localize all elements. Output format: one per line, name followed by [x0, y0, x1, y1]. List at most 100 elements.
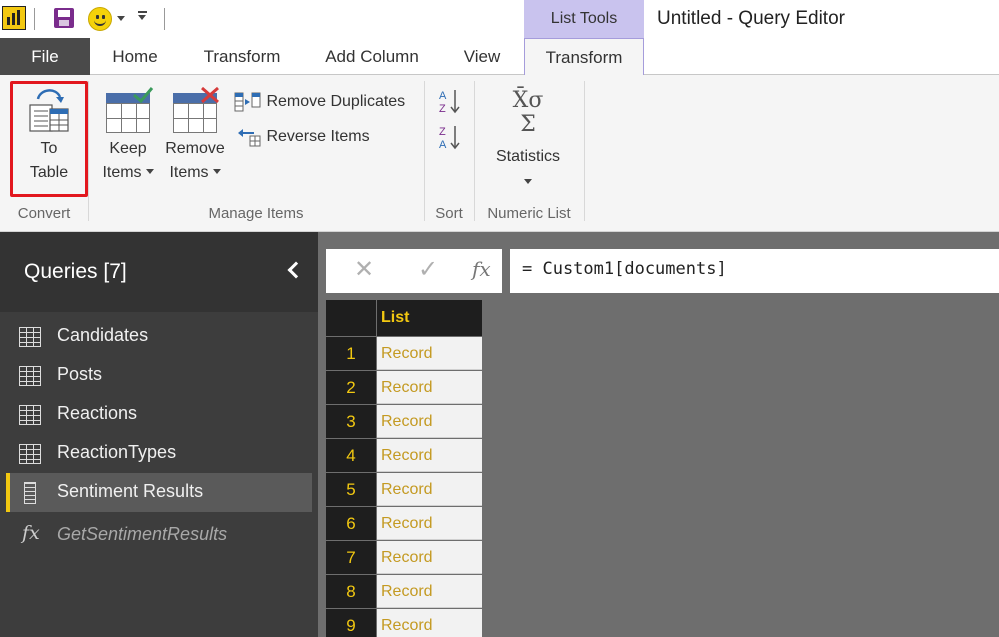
keep-items-label-line1: Keep: [109, 140, 147, 157]
grid-corner[interactable]: [326, 300, 376, 336]
manage-items-group-label: Manage Items: [208, 205, 304, 222]
table-row[interactable]: 6 Record: [326, 507, 482, 541]
table-icon: [19, 444, 41, 464]
chevron-down-icon[interactable]: [117, 16, 125, 21]
query-item-label: Sentiment Results: [57, 481, 204, 501]
table-row[interactable]: 3 Record: [326, 405, 482, 439]
column-header-list[interactable]: List: [377, 300, 482, 336]
convert-group-label: Convert: [17, 205, 71, 222]
query-item-candidates[interactable]: Candidates: [0, 317, 318, 356]
row-number[interactable]: 1: [326, 337, 376, 370]
svg-text:Z: Z: [439, 126, 446, 138]
query-item-label: ReactionTypes: [57, 442, 177, 462]
main-area: ✕ ✓ fx = Custom1[documents] List 1 Record…: [318, 232, 999, 637]
query-item-label: Reactions: [57, 403, 138, 423]
record-cell[interactable]: Record: [377, 371, 482, 404]
record-cell[interactable]: Record: [377, 473, 482, 506]
query-item-reactions[interactable]: Reactions: [0, 395, 318, 434]
record-cell[interactable]: Record: [377, 609, 482, 637]
row-number[interactable]: 5: [326, 473, 376, 506]
record-cell[interactable]: Record: [377, 507, 482, 540]
record-cell[interactable]: Record: [377, 541, 482, 574]
statistics-button[interactable]: X̄σ Σ Statistics: [486, 85, 570, 197]
table-row[interactable]: 5 Record: [326, 473, 482, 507]
query-item-sentiment-results[interactable]: Sentiment Results: [6, 473, 312, 512]
record-cell[interactable]: Record: [377, 405, 482, 438]
row-number[interactable]: 8: [326, 575, 376, 608]
record-cell[interactable]: Record: [377, 575, 482, 608]
tab-add-column[interactable]: Add Column: [312, 38, 432, 75]
remove-duplicates-button[interactable]: Remove Duplicates: [234, 90, 405, 114]
formula-text: = Custom1[documents]: [522, 259, 727, 279]
svg-text:A: A: [439, 139, 447, 151]
table-row[interactable]: 7 Record: [326, 541, 482, 575]
statistics-label: Statistics: [495, 148, 560, 165]
row-number[interactable]: 9: [326, 609, 376, 637]
tab-list-transform[interactable]: Transform: [524, 38, 644, 76]
divider: [34, 8, 35, 30]
sort-group-label: Sort: [435, 205, 463, 222]
row-number[interactable]: 6: [326, 507, 376, 540]
title-bar: List Tools Untitled - Query Editor: [0, 0, 999, 38]
query-item-reactiontypes[interactable]: ReactionTypes: [0, 434, 318, 473]
numeric-list-group-label: Numeric List: [487, 205, 571, 222]
keep-items-button[interactable]: Keep Items: [98, 85, 158, 197]
remove-duplicates-icon: [234, 92, 261, 112]
reverse-items-label: Reverse Items: [266, 128, 370, 145]
query-item-label: Candidates: [57, 325, 149, 345]
remove-items-icon: [170, 85, 220, 137]
list-icon: [24, 482, 36, 504]
query-item-getsentimentresults[interactable]: fx GetSentimentResults: [0, 516, 318, 555]
save-icon[interactable]: [54, 8, 74, 28]
smiley-feedback-icon[interactable]: [88, 7, 112, 31]
table-row[interactable]: 9 Record: [326, 609, 482, 637]
tab-view[interactable]: View: [450, 38, 514, 75]
sort-ascending-icon: A Z: [439, 90, 460, 115]
queries-title: Queries [7]: [24, 260, 127, 283]
table-row[interactable]: 1 Record: [326, 337, 482, 371]
row-number[interactable]: 4: [326, 439, 376, 472]
table-row[interactable]: 8 Record: [326, 575, 482, 609]
function-icon: fx: [22, 522, 40, 544]
ribbon: To Table Convert Keep Items Remove Items…: [0, 75, 999, 232]
sort-descending-button[interactable]: Z A: [436, 123, 466, 153]
query-item-label: GetSentimentResults: [57, 524, 228, 544]
table-row[interactable]: 2 Record: [326, 371, 482, 405]
tab-home[interactable]: Home: [96, 38, 174, 75]
record-cell[interactable]: Record: [377, 439, 482, 472]
svg-text:Z: Z: [439, 103, 446, 115]
collapse-chevron-icon[interactable]: [287, 261, 305, 279]
table-icon: [19, 405, 41, 425]
row-number[interactable]: 3: [326, 405, 376, 438]
to-table-icon: [29, 89, 69, 132]
list-tools-context-header: List Tools: [524, 0, 644, 38]
commit-formula-icon[interactable]: ✓: [418, 255, 438, 283]
tab-file[interactable]: File: [0, 38, 90, 75]
remove-duplicates-label: Remove Duplicates: [266, 93, 406, 110]
table-icon: [19, 366, 41, 386]
keep-items-label-line2: Items: [98, 161, 158, 185]
query-item-posts[interactable]: Posts: [0, 356, 318, 395]
remove-items-label-line1: Remove: [165, 140, 225, 157]
formula-bar-input[interactable]: = Custom1[documents]: [510, 249, 999, 293]
row-number[interactable]: 2: [326, 371, 376, 404]
group-divider: [424, 81, 425, 221]
tab-transform[interactable]: Transform: [190, 38, 294, 75]
group-divider: [88, 81, 89, 221]
insert-function-icon[interactable]: fx: [472, 257, 491, 281]
sort-ascending-button[interactable]: A Z: [436, 87, 466, 117]
remove-items-button[interactable]: Remove Items: [162, 85, 228, 197]
window-title: Untitled - Query Editor: [657, 8, 845, 29]
reverse-items-icon: [238, 128, 261, 147]
record-cell[interactable]: Record: [377, 337, 482, 370]
to-table-button[interactable]: To Table: [14, 85, 84, 195]
group-divider: [474, 81, 475, 221]
cancel-formula-icon[interactable]: ✕: [354, 255, 374, 283]
power-bi-logo-icon[interactable]: [2, 6, 26, 30]
reverse-items-button[interactable]: Reverse Items: [234, 125, 370, 149]
row-number[interactable]: 7: [326, 541, 376, 574]
to-table-label-line1: To: [40, 140, 58, 157]
table-row[interactable]: 4 Record: [326, 439, 482, 473]
table-icon: [19, 327, 41, 347]
divider: [164, 8, 165, 30]
